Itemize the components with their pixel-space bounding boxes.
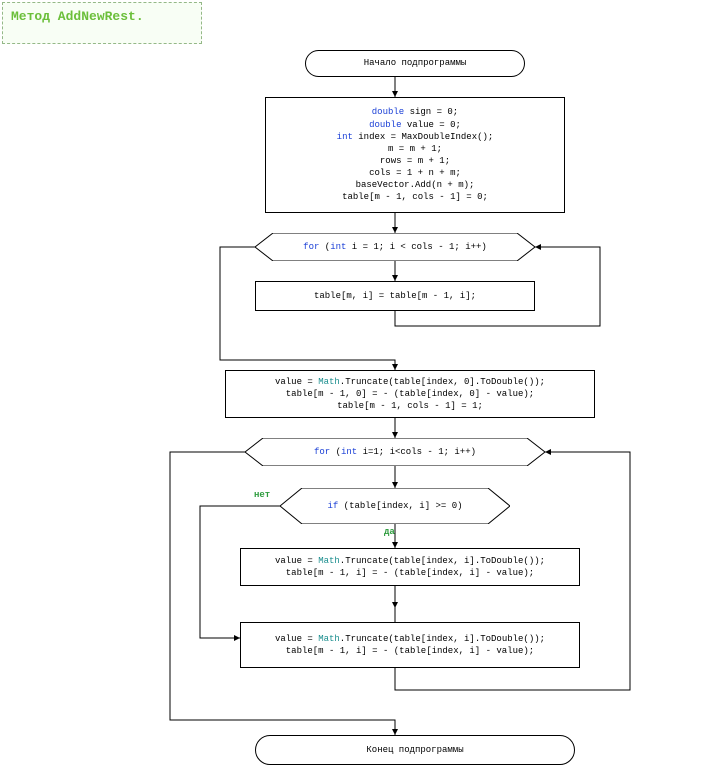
process-truncate-yes: value = Math.Truncate(table[index, i].To… — [240, 548, 580, 586]
process-truncate-col0: value = Math.Truncate(table[index, 0].To… — [225, 370, 595, 418]
process-truncate-no: value = Math.Truncate(table[index, i].To… — [240, 622, 580, 668]
process-copy-row: table[m, i] = table[m - 1, i]; — [255, 281, 535, 311]
label-no: нет — [254, 490, 270, 500]
start-text: Начало подпрограммы — [364, 57, 467, 69]
label-yes: да — [384, 527, 395, 537]
end-terminator: Конец подпрограммы — [255, 735, 575, 765]
start-terminator: Начало подпрограммы — [305, 50, 525, 77]
method-title: Метод AddNewRest. — [2, 2, 202, 44]
end-text: Конец подпрограммы — [366, 744, 463, 756]
process-init: double sign = 0; double value = 0; int i… — [265, 97, 565, 213]
loop1-hex: for (int i = 1; i < cols - 1; i++) — [255, 233, 535, 261]
condition-check: if (table[index, i] >= 0) — [280, 488, 510, 524]
loop2-hex: for (int i=1; i<cols - 1; i++) — [245, 438, 545, 466]
method-title-text: Метод AddNewRest. — [11, 9, 144, 24]
